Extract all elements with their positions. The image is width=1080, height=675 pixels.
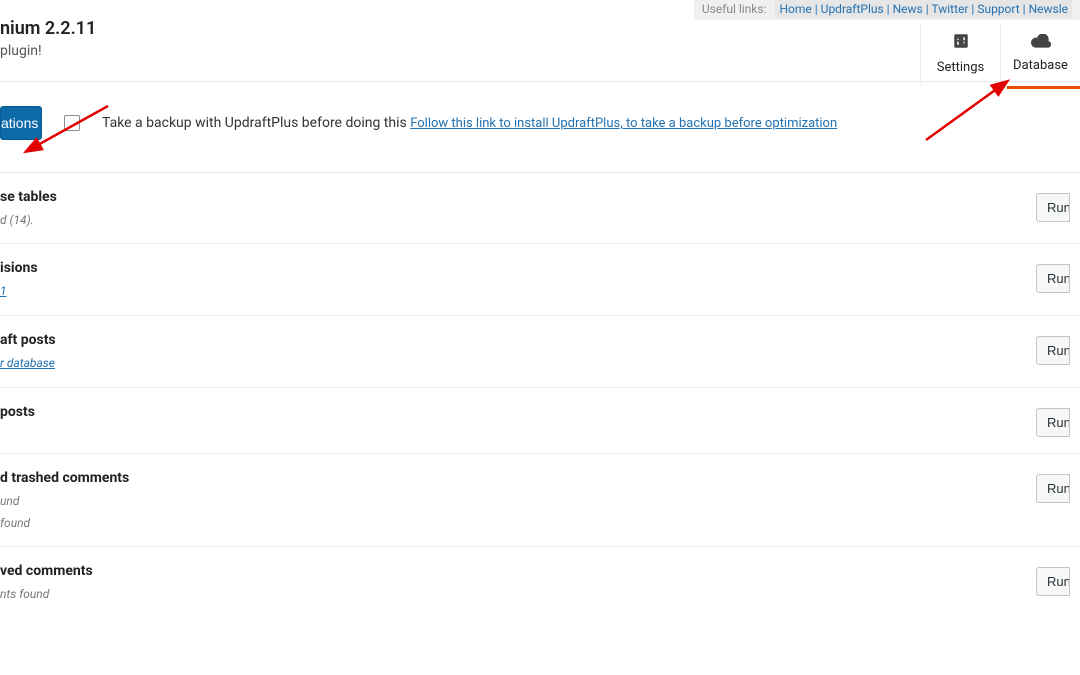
run-button[interactable]: Run xyxy=(1036,264,1070,293)
optimizations-list: se tables d (14). Run isions 1 Run aft p… xyxy=(0,173,1080,617)
tab-settings-label: Settings xyxy=(937,60,984,75)
opt-link[interactable]: r database xyxy=(0,356,55,370)
run-button[interactable]: Run xyxy=(1036,336,1070,365)
sliders-icon xyxy=(952,32,970,54)
run-button[interactable]: Run xyxy=(1036,474,1070,503)
page-subtitle: plugin! xyxy=(0,43,96,59)
run-button[interactable]: Run xyxy=(1036,408,1070,437)
page-title: nium 2.2.11 xyxy=(0,18,96,39)
opt-item-trashed-comments: d trashed comments und found Run xyxy=(0,454,1080,547)
action-row: ations Take a backup with UpdraftPlus be… xyxy=(0,82,1080,173)
run-optimizations-button[interactable]: ations xyxy=(0,106,42,140)
opt-title: ved comments xyxy=(0,563,1036,579)
install-updraftplus-link[interactable]: Follow this link to install UpdraftPlus,… xyxy=(410,116,837,131)
opt-item-draft-posts: aft posts r database Run xyxy=(0,316,1080,388)
opt-title: isions xyxy=(0,260,1036,276)
opt-item-unapproved-comments: ved comments nts found Run xyxy=(0,547,1080,617)
cloud-icon xyxy=(1031,34,1051,52)
opt-item-posts: posts Run xyxy=(0,388,1080,454)
header-tabs: Settings Database xyxy=(920,24,1080,85)
tab-database-label: Database xyxy=(1013,58,1068,73)
opt-item-revisions: isions 1 Run xyxy=(0,244,1080,316)
opt-item-tables: se tables d (14). Run xyxy=(0,173,1080,244)
opt-title: se tables xyxy=(0,189,1036,205)
run-button[interactable]: Run xyxy=(1036,567,1070,596)
run-button[interactable]: Run xyxy=(1036,193,1070,222)
opt-desc: d (14). xyxy=(0,213,1036,227)
opt-title: d trashed comments xyxy=(0,470,1036,486)
opt-title: aft posts xyxy=(0,332,1036,348)
page-header: nium 2.2.11 plugin! Settings Data xyxy=(0,0,1080,82)
opt-title: posts xyxy=(0,404,1036,420)
backup-checkbox[interactable] xyxy=(64,115,80,131)
tab-settings[interactable]: Settings xyxy=(920,24,1000,85)
opt-desc2: found xyxy=(0,516,1036,530)
tab-database[interactable]: Database xyxy=(1000,24,1080,85)
opt-desc: nts found xyxy=(0,587,1036,601)
opt-desc: und xyxy=(0,494,1036,508)
opt-link[interactable]: 1 xyxy=(0,284,7,298)
backup-text: Take a backup with UpdraftPlus before do… xyxy=(102,115,837,131)
